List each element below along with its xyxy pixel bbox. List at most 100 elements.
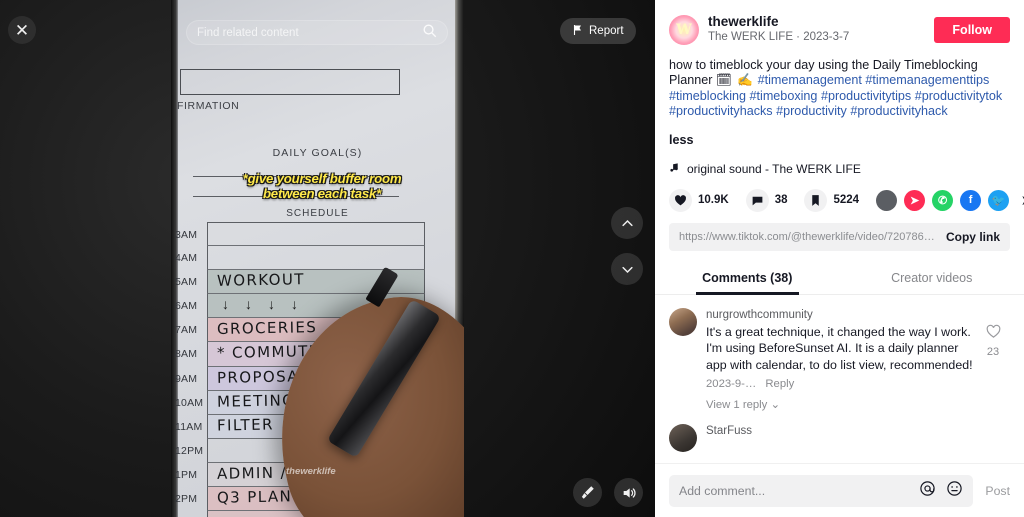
music-label: original sound - The WERK LIFE (687, 161, 861, 176)
comment-body: StarFuss (706, 424, 1010, 452)
comment-input[interactable]: Add comment... (669, 474, 974, 507)
find-related-content-bar[interactable]: Find related content (186, 20, 448, 45)
schedule-time: 5AM (175, 276, 198, 289)
hashtag-link[interactable]: #productivity (776, 104, 847, 118)
comment-date: 2023-9-… (706, 378, 757, 391)
hashtag-link[interactable]: #timeblocking (669, 89, 746, 103)
whatsapp-icon[interactable]: ✆ (932, 189, 954, 211)
list-item: nurgrowthcommunity It's a great techniqu… (669, 307, 1010, 412)
video-url[interactable]: https://www.tiktok.com/@thewerklife/vide… (679, 231, 938, 243)
hashtag-link[interactable]: #productivitytok (915, 89, 1003, 103)
facebook-icon[interactable]: f (960, 189, 982, 211)
video-watermark: thewerklife (286, 466, 336, 477)
tiktok-video-page: ✕ FIRMATION DAILY GOAL(S) *give yourself… (0, 0, 1024, 517)
affirmation-label: FIRMATION (177, 100, 240, 112)
embed-code-icon[interactable] (876, 189, 898, 211)
at-mention-icon[interactable] (919, 480, 936, 502)
comment-count: 38 (774, 194, 788, 207)
find-related-placeholder: Find related content (197, 26, 299, 39)
comment-placeholder: Add comment... (679, 483, 766, 498)
telegram-icon[interactable]: ➤ (904, 189, 926, 211)
engagement-bar: 10.9K 38 5224 ➤ ✆ f 🐦 ➤ (655, 177, 1024, 212)
schedule-time: 2PM (175, 493, 198, 506)
schedule-task: WORKOUT (216, 270, 305, 291)
bookmark-count: 5224 (833, 194, 860, 207)
heart-icon[interactable] (669, 188, 692, 212)
report-label: Report (589, 25, 624, 37)
comment-meta: 2023-9-… Reply (706, 378, 976, 390)
post-header: W thewerklife The WERK LIFE · 2023-3-7 F… (655, 0, 1024, 177)
hashtag-link[interactable]: #timeboxing (750, 89, 818, 103)
comment-like[interactable]: 23 (976, 308, 1010, 412)
comment-author[interactable]: StarFuss (706, 424, 1010, 438)
hashtag-link[interactable]: #productivityhacks (669, 104, 773, 118)
description-emoji: 🗓 ✍ (715, 73, 755, 88)
schedule-time: 9AM (175, 372, 198, 385)
post-comment-button[interactable]: Post (985, 484, 1010, 498)
emoji-smiley-icon[interactable] (946, 480, 963, 502)
view-replies-button[interactable]: View 1 reply ⌄ (706, 398, 976, 411)
schedule-task: FILTER (216, 415, 274, 435)
music-row[interactable]: original sound - The WERK LIFE (669, 161, 1010, 177)
schedule-time: 12PM (175, 444, 204, 457)
brush-icon[interactable] (573, 478, 602, 507)
schedule-row: 3AM (175, 222, 425, 247)
chevron-down-icon[interactable] (611, 253, 643, 285)
daily-goals-title: DAILY GOAL(S) (272, 147, 363, 159)
video-stage: ✕ FIRMATION DAILY GOAL(S) *give yourself… (0, 0, 655, 517)
avatar[interactable] (669, 307, 697, 336)
hashtag-link[interactable]: #timemanagement (758, 73, 862, 87)
avatar[interactable]: W (669, 14, 699, 45)
schedule-time: 7AM (175, 324, 198, 337)
flag-icon (572, 24, 584, 39)
schedule-task: Q3 PLAN (216, 487, 293, 507)
video-navigation (611, 207, 643, 299)
author-username[interactable]: thewerklife (708, 14, 934, 29)
schedule-time: 3AM (175, 229, 198, 241)
schedule-time: 11AM (175, 420, 203, 433)
comment-author[interactable]: nurgrowthcommunity (706, 308, 976, 322)
author-row: W thewerklife The WERK LIFE · 2023-3-7 F… (669, 14, 1010, 45)
report-button[interactable]: Report (560, 18, 636, 44)
comment-stat[interactable]: 38 (745, 188, 788, 212)
comment-bubble-icon[interactable] (745, 188, 769, 212)
like-stat[interactable]: 10.9K (669, 188, 729, 212)
follow-button[interactable]: Follow (934, 16, 1010, 43)
author-meta: thewerklife The WERK LIFE · 2023-3-7 (708, 14, 934, 45)
schedule-arrows: ↓↓↓↓ (222, 296, 314, 313)
twitter-icon[interactable]: 🐦 (988, 189, 1010, 211)
comment-like-count: 23 (986, 345, 1000, 358)
bookmark-icon[interactable] (804, 188, 828, 212)
view-replies-label: View 1 reply (706, 399, 768, 412)
tab-comments[interactable]: Comments (38) (655, 263, 840, 295)
hashtag-link[interactable]: #productivitytips (821, 89, 911, 103)
comment-text: It's a great technique, it changed the w… (706, 324, 973, 372)
volume-on-icon[interactable] (614, 478, 643, 507)
tab-creator-videos[interactable]: Creator videos (840, 263, 1024, 294)
chevron-down-icon: ⌄ (770, 399, 780, 412)
hashtag-link[interactable]: #productivityhack (850, 104, 947, 118)
schedule-task: MEETING (216, 390, 296, 411)
heart-outline-icon (986, 324, 1000, 338)
schedule-row: 4AM (175, 246, 425, 271)
like-count: 10.9K (698, 194, 729, 207)
hashtag-link[interactable]: #timemanagementtips (865, 73, 989, 87)
copy-link-button[interactable]: Copy link (938, 230, 1000, 244)
close-icon[interactable]: ✕ (8, 16, 36, 44)
less-toggle[interactable]: less (669, 133, 1010, 147)
search-icon[interactable] (422, 23, 437, 43)
schedule-time: 1PM (175, 468, 198, 481)
video-caption-overlay: *give yourself buffer room between each … (242, 171, 402, 201)
chevron-up-icon[interactable] (611, 207, 643, 239)
avatar[interactable] (669, 424, 697, 453)
share-arrow-icon[interactable]: ➤ (1016, 190, 1024, 211)
video-controls (573, 478, 643, 507)
list-item: StarFuss (669, 424, 1010, 453)
share-icons: ➤ ✆ f 🐦 ➤ (876, 189, 1024, 211)
post-description: how to timeblock your day using the Dail… (669, 58, 1010, 120)
reply-button[interactable]: Reply (765, 378, 794, 390)
bookmark-stat[interactable]: 5224 (804, 188, 860, 212)
schedule-time: 8AM (175, 348, 198, 361)
video-player[interactable]: FIRMATION DAILY GOAL(S) *give yourself b… (171, 0, 464, 517)
share-link-row: https://www.tiktok.com/@thewerklife/vide… (669, 222, 1010, 251)
